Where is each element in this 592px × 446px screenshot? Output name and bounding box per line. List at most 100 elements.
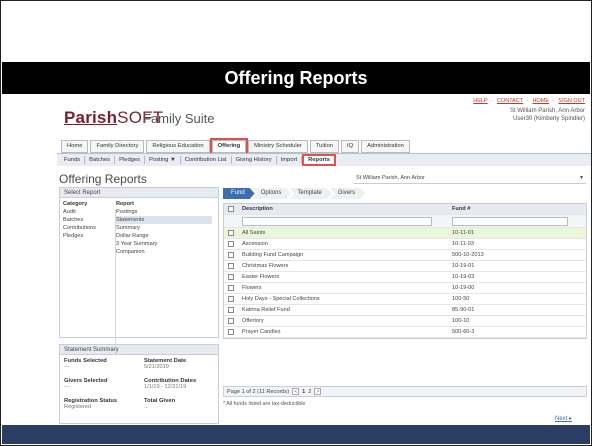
table-row[interactable]: Flowers 10-19-00 <box>224 283 586 294</box>
prev-page-button[interactable]: < <box>292 388 300 395</box>
report-item[interactable]: Companion <box>116 248 212 256</box>
subnav-reports[interactable]: Reports <box>302 154 337 166</box>
description-filter-input[interactable] <box>242 216 432 226</box>
category-item[interactable]: Batches <box>63 216 115 224</box>
step-fund[interactable]: Fund <box>223 188 255 199</box>
row-checkbox[interactable] <box>228 241 234 247</box>
row-checkbox[interactable] <box>228 252 234 258</box>
table-row[interactable]: All Saints 10-11-01 <box>224 228 586 239</box>
report-item[interactable]: Postings <box>116 208 212 216</box>
sign-out-link[interactable]: SIGN OUT <box>558 98 585 104</box>
column-description: Description <box>242 206 273 212</box>
tab-administration[interactable]: Administration <box>361 140 410 153</box>
page-2-link[interactable]: 2 <box>308 387 311 397</box>
report-item[interactable]: Summary <box>116 224 212 232</box>
step-givers[interactable]: Givers <box>330 188 365 199</box>
user-name: User30 (Kimberly Spindler) <box>512 116 585 122</box>
report-header: Report <box>116 201 135 207</box>
row-checkbox[interactable] <box>228 329 234 335</box>
report-column: Report Postings Statements Summary Dolla… <box>116 200 212 256</box>
summary-item: Funds Selected --- <box>64 358 107 370</box>
select-all-checkbox[interactable] <box>228 206 234 212</box>
row-checkbox[interactable] <box>228 263 234 269</box>
row-checkbox[interactable] <box>228 230 234 236</box>
subnav-import[interactable]: Import <box>277 156 303 164</box>
tab-family-directory[interactable]: Family Directory <box>90 140 145 153</box>
fund-number: 10-11-01 <box>452 230 474 236</box>
table-row[interactable]: Ascension 10-11-03 <box>224 239 586 250</box>
user-info: St William Parish, Ann Arbor User30 (Kim… <box>510 107 585 123</box>
category-item[interactable]: Pledges <box>63 232 115 240</box>
fund-description: Flowers <box>242 285 262 291</box>
tab-religious-education[interactable]: Religious Education <box>146 140 210 153</box>
table-row[interactable]: Easter Flowers 10-19-03 <box>224 272 586 283</box>
tab-ministry-scheduler[interactable]: Ministry Scheduler <box>248 140 308 153</box>
contact-link[interactable]: CONTACT <box>497 98 523 104</box>
fund-number: 500-10-2013 <box>452 252 484 258</box>
fund-number: 100-10 <box>452 318 470 324</box>
tab-home[interactable]: Home <box>61 140 89 153</box>
report-item-selected[interactable]: Statements <box>116 216 212 224</box>
tab-offering[interactable]: Offering <box>209 138 249 155</box>
wizard-steps: Fund Options Template Givers <box>223 188 363 199</box>
subnav-giving-history[interactable]: Giving History <box>232 156 277 164</box>
category-item[interactable]: Contributions <box>63 224 115 232</box>
filter-row <box>224 215 586 228</box>
top-links: HELP - CONTACT - HOME - SIGN OUT <box>473 98 585 104</box>
fund-number: 10-11-03 <box>452 241 474 247</box>
app-window: HELP - CONTACT - HOME - SIGN OUT St William… <box>57 95 591 425</box>
table-row[interactable]: Prayer Candles 500-60-3 <box>224 327 586 338</box>
sub-nav: Funds Batches Pledges Posting ▼ Contribu… <box>57 153 591 166</box>
next-page-button[interactable]: > <box>314 388 322 395</box>
page-title: Offering Reports <box>59 172 147 186</box>
main-nav: Home Family Directory Religious Educatio… <box>61 138 410 155</box>
summary-item: Statement Date 5/21/2019 <box>144 358 187 370</box>
fund-number: 10-19-00 <box>452 285 475 291</box>
table-row[interactable]: Katrina Relief Fund 85-90-01 <box>224 305 586 316</box>
bottom-band <box>2 425 590 444</box>
fund-description: Offertory <box>242 318 264 324</box>
fund-description: Christmas Flowers <box>242 263 289 269</box>
row-checkbox[interactable] <box>228 296 234 302</box>
table-row[interactable]: Building Fund Campaign 500-10-2013 <box>224 250 586 261</box>
category-item[interactable]: Audit <box>63 208 115 216</box>
table-row[interactable]: Holy Days - Special Collections 100-50 <box>224 294 586 305</box>
pager-summary: Page 1 of 2 (11 Records) <box>227 388 290 395</box>
table-row[interactable]: Offertory 100-10 <box>224 316 586 327</box>
column-fund-number: Fund # <box>452 206 471 212</box>
fund-description: Building Fund Campaign <box>242 252 304 258</box>
row-checkbox[interactable] <box>228 285 234 291</box>
step-options[interactable]: Options <box>253 188 292 199</box>
table-row[interactable]: Christmas Flowers 10-19-01 <box>224 261 586 272</box>
fund-table: Description Fund # All Saints 10-11-01 Asc… <box>223 203 587 339</box>
tab-tuition[interactable]: Tuition <box>309 140 340 153</box>
row-checkbox[interactable] <box>228 274 234 280</box>
fund-number: 10-19-03 <box>452 274 475 280</box>
subnav-funds[interactable]: Funds <box>60 156 86 164</box>
subnav-posting[interactable]: Posting ▼ <box>145 156 181 164</box>
fund-description: All Saints <box>242 230 266 236</box>
home-link[interactable]: HOME <box>533 98 550 104</box>
chevron-down-icon: ▼ <box>579 175 584 181</box>
subnav-pledges[interactable]: Pledges <box>115 156 146 164</box>
row-checkbox[interactable] <box>228 307 234 313</box>
report-item[interactable]: 3 Year Summary <box>116 240 212 248</box>
tax-footnote: * All funds listed are tax-deductible <box>223 401 306 407</box>
next-link[interactable]: Next ▸ <box>555 415 572 422</box>
fund-description: Holy Days - Special Collections <box>242 296 320 302</box>
help-link[interactable]: HELP <box>473 98 487 104</box>
fund-number-filter-input[interactable] <box>452 216 568 226</box>
subnav-contribution-list[interactable]: Contribution List <box>181 156 232 164</box>
page-1-link[interactable]: 1 <box>302 387 305 397</box>
subnav-batches[interactable]: Batches <box>85 156 116 164</box>
report-item[interactable]: Dollar Range <box>116 232 212 240</box>
fund-number: 500-60-3 <box>452 329 475 335</box>
parish-select[interactable]: St William Parish, Ann Arbor ▼ <box>354 174 586 184</box>
step-template[interactable]: Template <box>289 188 331 199</box>
row-checkbox[interactable] <box>228 318 234 324</box>
fund-description: Easter Flowers <box>242 274 280 280</box>
fund-number: 10-19-01 <box>452 263 475 269</box>
fund-number: 100-50 <box>452 296 470 302</box>
tab-iq[interactable]: IQ <box>341 140 360 153</box>
pager: Page 1 of 2 (11 Records) < 1 2 > <box>223 386 587 397</box>
